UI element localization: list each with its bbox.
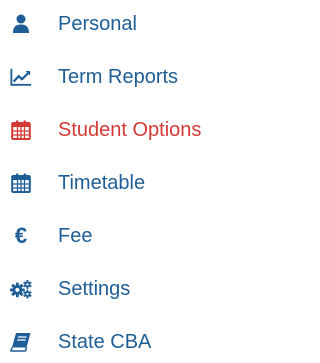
- menu-item-label: Timetable: [58, 172, 146, 194]
- calendar-icon: [10, 172, 32, 194]
- cogs-icon: [10, 278, 32, 300]
- menu-item-state-cba[interactable]: State CBA: [0, 322, 271, 362]
- calendar-icon: [10, 119, 32, 141]
- user-icon: [10, 13, 32, 35]
- menu-item-settings[interactable]: Settings: [0, 269, 271, 309]
- menu-item-label: Personal: [58, 13, 137, 35]
- menu-item-personal[interactable]: Personal: [0, 4, 271, 44]
- menu-item-label: Settings: [58, 278, 131, 300]
- euro-icon: €: [14, 223, 28, 248]
- menu-item-student-options[interactable]: Student Options: [0, 110, 271, 150]
- menu-item-label: Fee: [58, 225, 93, 247]
- menu-item-timetable[interactable]: Timetable: [0, 163, 271, 203]
- book-icon: [10, 331, 32, 353]
- menu-item-label: State CBA: [58, 331, 152, 353]
- menu-item-label: Term Reports: [58, 66, 179, 88]
- sidebar-menu: Personal Term Reports Student Options Ti…: [0, 0, 271, 363]
- menu-item-term-reports[interactable]: Term Reports: [0, 57, 271, 97]
- line-chart-icon: [10, 66, 32, 88]
- menu-item-label: Student Options: [58, 119, 202, 141]
- menu-item-fee[interactable]: € Fee: [0, 216, 271, 256]
